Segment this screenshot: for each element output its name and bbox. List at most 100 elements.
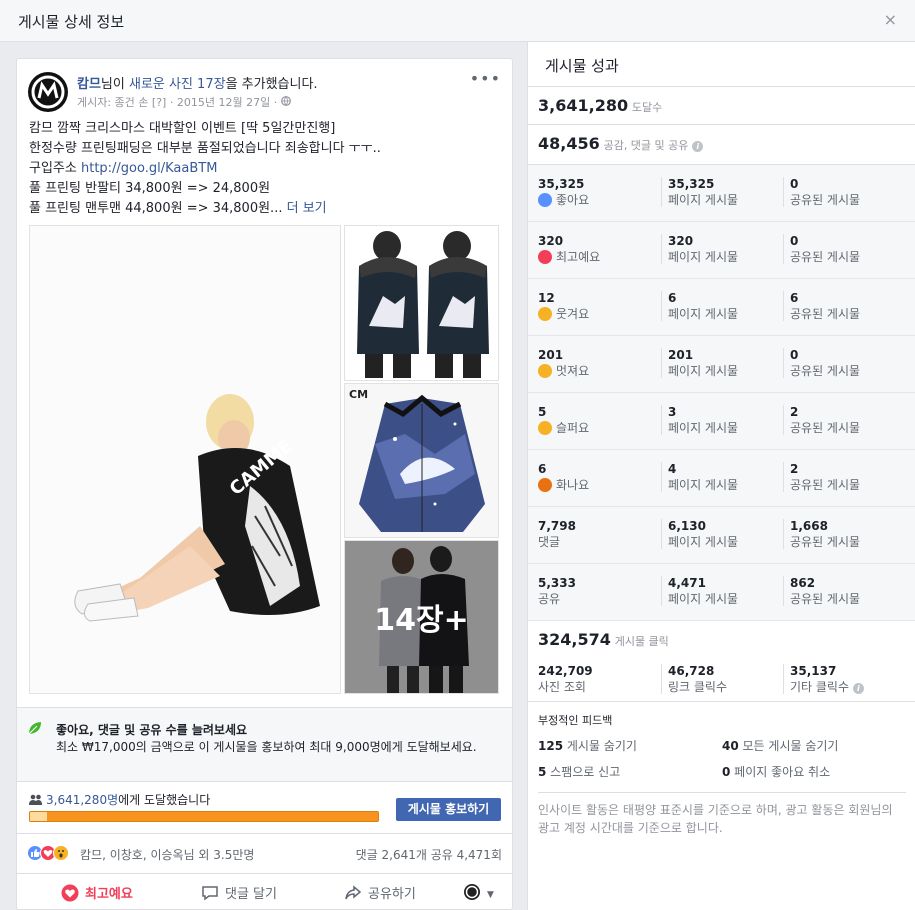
boost-suggestion: 좋아요, 댓글 및 공유 수를 늘려보세요 최소 ₩17,000의 금액으로 이… [17,707,512,782]
post-as-selector[interactable]: ▼ [463,883,494,901]
divider [783,234,784,264]
engagement-label: 공감, 댓글 및 공유 [603,139,689,152]
divider [661,234,662,264]
total-value: 12 [538,291,555,305]
info-icon[interactable]: i [852,683,864,694]
engagement-breakdown: 35,325 좋아요 35,325 페이지 게시물 0 공유된 게시물 320 최고예요 320… [528,164,915,621]
shared-post-value: 6 [790,291,799,305]
stat-row: 320 최고예요 320 페이지 게시물 0 공유된 게시물 [528,222,915,279]
post-line: 풀 프린팅 반팔티 34,800원 => 24,800원 [29,181,271,196]
reaction-type: 화나요 [538,477,589,493]
haha-icon [538,307,552,321]
comment-button[interactable]: 댓글 달기 [201,883,277,902]
stat-row: 12 웃겨요 6 페이지 게시물 6 공유된 게시물 [528,279,915,336]
album-link[interactable]: 새로운 사진 17장 [129,77,226,92]
link-clicks-label: 링크 클릭수 [668,680,728,694]
post-line: 한정수량 프린팅패딩은 대부분 품절되었습니다 죄송합니다 ㅜㅜ.. [29,141,381,156]
neg-label: 페이지 좋아요 취소 [730,765,831,779]
divider [661,177,662,207]
shared-post-label: 공유된 게시물 [790,535,861,549]
divider [661,519,662,549]
more-photos-tile[interactable]: 14장+ [344,540,499,694]
reach-value: 3,641,280 [538,96,629,115]
other-clicks-stat: 35,137 기타 클릭수 i [790,664,864,695]
main-photo[interactable]: CAMME [29,225,341,694]
boost-post-button[interactable]: 게시물 홍보하기 [396,798,501,821]
action-suffix: 을 추가했습니다. [225,77,318,92]
divider [661,405,662,435]
total-stat: 6 화나요 [538,462,589,493]
boost-title: 좋아요, 댓글 및 공유 수를 늘려보세요 [56,723,248,737]
divider [661,576,662,606]
page-post-stat: 320 페이지 게시물 [668,234,738,265]
shared-post-stat: 0 공유된 게시물 [790,177,860,208]
reach-count-link[interactable]: 3,641,280명 [46,793,118,807]
shared-post-value: 862 [790,576,816,590]
buy-url-link[interactable]: http://goo.gl/KaaBTM [81,161,217,176]
page-avatar-icon [464,884,480,900]
total-stat: 201 멋져요 [538,348,589,379]
neg-hide-all: 40 모든 게시물 숨기기 [722,737,838,754]
page-post-value: 6 [668,291,677,305]
poster-flag[interactable]: [?] [152,96,166,109]
jacket-photo-back[interactable] [344,225,499,381]
reaction-type: 최고예요 [538,249,600,265]
action-prefix: 님이 [100,77,129,92]
shared-post-stat: 0 공유된 게시물 [790,234,860,265]
reaction-label: 슬퍼요 [556,421,590,435]
total-value: 201 [538,348,564,362]
reaction-icons[interactable] [27,845,77,863]
reaction-label: 좋아요 [556,193,590,207]
stat-row: 5,333 공유 4,471 페이지 게시물 862 공유된 게시물 [528,564,915,621]
photo-views-value: 242,709 [538,664,593,678]
page-post-label: 페이지 게시물 [668,592,739,606]
page-post-label: 페이지 게시물 [668,535,739,549]
page-post-stat: 6,130 페이지 게시물 [668,519,738,550]
shared-post-stat: 6 공유된 게시물 [790,291,860,322]
clicks-section: 324,574 게시물 클릭 242,709 사진 조회 46,728 링크 클릭수… [528,621,915,701]
author-name[interactable]: 캄므 [77,77,101,92]
total-stat: 12 웃겨요 [538,291,589,322]
avatar[interactable] [28,72,68,112]
total-value: 7,798 [538,519,576,533]
photo-views-stat: 242,709 사진 조회 [538,664,593,695]
divider [661,462,662,492]
divider [783,462,784,492]
page-post-label: 페이지 게시물 [668,421,739,435]
post-date[interactable]: 2015년 12월 27일 [177,96,270,109]
comment-icon [202,886,218,901]
shared-post-stat: 1,668 공유된 게시물 [790,519,860,550]
comment-share-counts[interactable]: 댓글 2,641개 공유 4,471회 [356,846,502,863]
close-icon[interactable]: × [884,10,897,29]
price-line: 풀 프린팅 맨투맨 44,800원 => 34,800원... 더 보기 [29,199,504,219]
page-post-value: 35,325 [668,177,715,191]
meta-separator: · [273,96,278,109]
total-stat: 5 슬퍼요 [538,405,589,436]
share-button[interactable]: 공유하기 [344,883,416,902]
stat-row: 5 슬퍼요 3 페이지 게시물 2 공유된 게시물 [528,393,915,450]
neg-hide-post: 125 게시물 숨기기 [538,737,637,754]
see-more-link[interactable]: 더 보기 [282,201,327,216]
page-post-value: 4,471 [668,576,706,590]
wow-icon [53,845,69,861]
shared-post-value: 0 [790,348,799,362]
engagement-section: 48,456 공감, 댓글 및 공유 i [528,124,915,164]
post-card: 캄므님이 새로운 사진 17장을 추가했습니다. 게시자: 종건 손 [?] ·… [16,58,513,910]
dialog-header: 게시물 상세 정보 × [0,0,915,42]
stat-row: 6 화나요 4 페이지 게시물 2 공유된 게시물 [528,450,915,507]
other-clicks-label-wrap: 기타 클릭수 i [790,679,864,695]
dialog-title: 게시물 상세 정보 [18,13,125,31]
reaction-type: 웃겨요 [538,306,589,322]
post-options-button[interactable]: ••• [470,69,501,88]
shared-post-label: 공유된 게시물 [790,364,861,378]
info-icon[interactable]: i [692,141,704,152]
more-photos-count[interactable]: 14장+ [345,541,498,693]
post-meta: 게시자: 종건 손 [?] · 2015년 12월 27일 · [77,94,291,110]
love-reaction-button[interactable]: 최고예요 [61,883,133,902]
jacket-photo-front[interactable]: CM [344,383,499,538]
leaf-icon [28,722,41,735]
link-clicks-stat: 46,728 링크 클릭수 [668,664,727,695]
page-post-stat: 201 페이지 게시물 [668,348,738,379]
shared-post-stat: 862 공유된 게시물 [790,576,860,607]
reactor-names-link[interactable]: 캄므, 이창호, 이승옥님 외 3.5만명 [80,846,254,863]
